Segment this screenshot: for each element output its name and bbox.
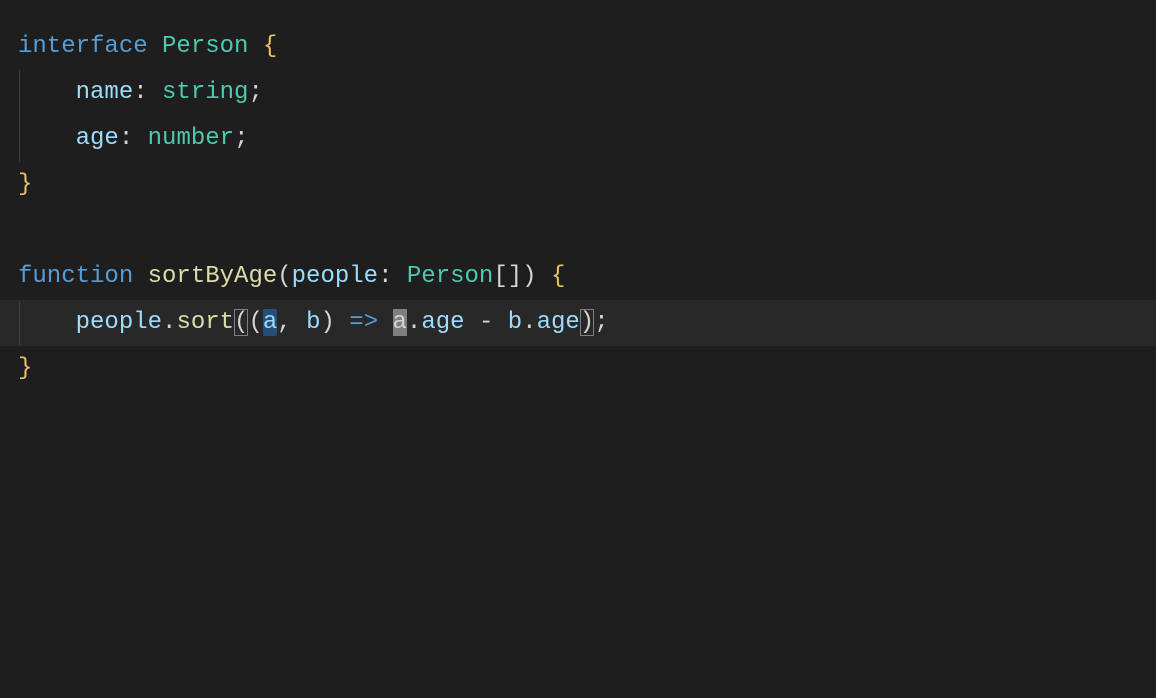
type-number: number xyxy=(148,125,234,152)
identifier-b: b xyxy=(508,309,522,336)
brace-open: { xyxy=(263,33,277,60)
code-line[interactable]: } xyxy=(0,346,1156,392)
prop-age: age xyxy=(421,309,464,336)
paren-close-matched: ) xyxy=(580,309,594,336)
code-line-current[interactable]: people.sort((a, b) => a.age - b.age); xyxy=(0,300,1156,346)
keyword-function: function xyxy=(18,263,133,290)
paren-close: ) xyxy=(522,263,536,290)
code-line[interactable]: function sortByAge(people: Person[]) { xyxy=(0,254,1156,300)
paren-open-matched: ( xyxy=(234,309,248,336)
param-b: b xyxy=(306,309,320,336)
paren-open: ( xyxy=(277,263,291,290)
code-line[interactable]: interface Person { xyxy=(0,24,1156,70)
cursor-position: a xyxy=(393,309,407,336)
identifier-people: people xyxy=(76,309,162,336)
bracket-open: [ xyxy=(493,263,507,290)
arrow: => xyxy=(349,309,378,336)
code-line[interactable]: age: number; xyxy=(0,116,1156,162)
param-a-selected: a xyxy=(263,309,277,336)
bracket-close: ] xyxy=(508,263,522,290)
param-people: people xyxy=(292,263,378,290)
code-line-blank[interactable] xyxy=(0,208,1156,254)
type-person: Person xyxy=(162,33,248,60)
brace-close: } xyxy=(18,355,32,382)
field-name: name xyxy=(76,79,134,106)
function-sortbyage: sortByAge xyxy=(148,263,278,290)
brace-open: { xyxy=(551,263,565,290)
prop-age: age xyxy=(537,309,580,336)
operator-minus: - xyxy=(479,309,493,336)
type-person: Person xyxy=(407,263,493,290)
field-age: age xyxy=(76,125,119,152)
keyword-interface: interface xyxy=(18,33,148,60)
paren-close: ) xyxy=(320,309,334,336)
method-sort: sort xyxy=(176,309,234,336)
brace-close: } xyxy=(18,171,32,198)
paren-open: ( xyxy=(248,309,262,336)
code-line[interactable]: name: string; xyxy=(0,70,1156,116)
code-editor[interactable]: interface Person { name: string; age: nu… xyxy=(0,0,1156,698)
code-line[interactable]: } xyxy=(0,162,1156,208)
type-string: string xyxy=(162,79,248,106)
